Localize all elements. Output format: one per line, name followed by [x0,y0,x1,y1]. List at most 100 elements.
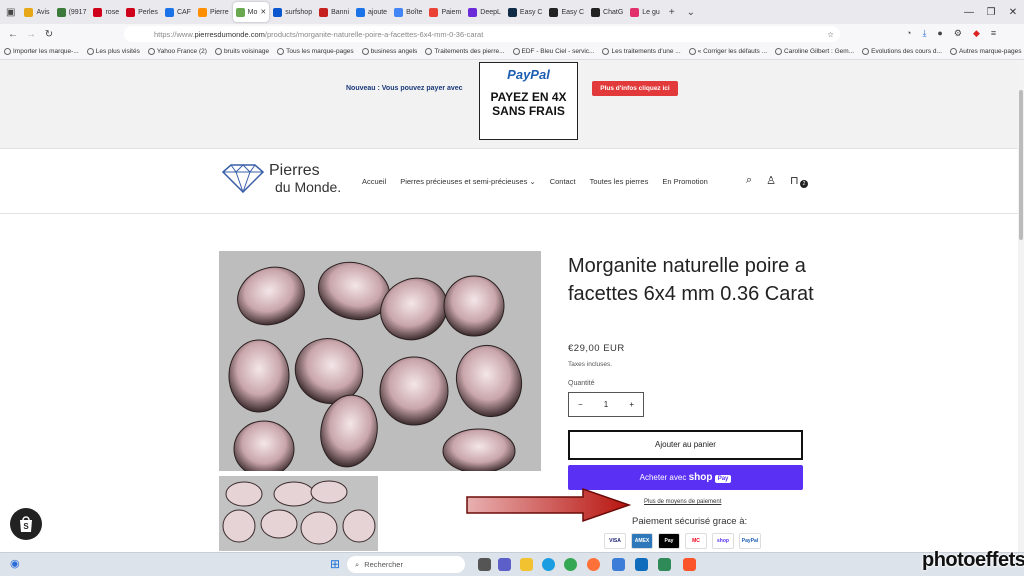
menu-item[interactable]: Accueil [362,177,386,186]
browser-tab[interactable]: Easy C [546,2,587,22]
browser-tab[interactable]: CAF [162,2,194,22]
page-scrollbar[interactable] [1018,60,1024,552]
taskview-icon[interactable] [478,558,491,571]
account-icon[interactable]: ● [937,28,942,39]
menu-item[interactable]: Contact [550,177,576,186]
bookmark-label: Evolutions des cours d... [871,48,942,55]
firefox-icon[interactable] [587,558,600,571]
account-icon[interactable]: ♙ [766,174,776,187]
bookmark-item[interactable]: « Corriger les défauts ... [685,48,771,55]
menu-item[interactable]: En Promotion [662,177,707,186]
chevron-down-icon[interactable]: ⌄ [681,7,701,18]
browser-tab[interactable]: rose [90,2,122,22]
store-icon[interactable] [612,558,625,571]
bookmark-item[interactable]: Autres marque-pages [946,48,1024,55]
paypal-logo: PayPal [507,67,550,82]
bookmark-item[interactable]: Caroline Gilbert : Gem... [771,48,858,55]
minimize-button[interactable]: — [958,7,980,18]
browser-tab[interactable]: Easy C [505,2,546,22]
url-prefix: https://www. [154,29,195,39]
browser-tab[interactable]: DeepL [465,2,504,22]
teams-icon[interactable] [498,558,511,571]
tab-favicon-icon [429,7,439,17]
start-icon[interactable]: ⊞ [330,557,340,571]
bookmark-label: business angels [370,48,418,55]
shopify-bag-icon[interactable]: S [10,508,42,540]
tab-overview-icon[interactable]: ▣ [0,7,21,18]
taskbar-search[interactable]: ⌕ Rechercher [347,556,465,573]
search-icon[interactable]: ⌕ [746,174,752,187]
bookmark-label: Caroline Gilbert : Gem... [784,48,855,55]
bookmark-item[interactable]: Les plus visités [83,48,144,55]
address-bar[interactable]: https://www. pierresdumonde.com/products/… [124,26,840,42]
cart-icon[interactable]: ⊓ [790,174,799,187]
download-icon[interactable]: ⤓ [922,28,926,39]
globe-icon [602,48,610,55]
plus-icon[interactable]: + [629,400,634,409]
tab-label: Le gu [642,8,660,16]
bookmark-item[interactable]: Yahoo France (2) [144,48,211,55]
menu-item[interactable]: Toutes les pierres [590,177,649,186]
scrollbar-thumb[interactable] [1019,90,1023,240]
browser-tab[interactable]: Paiem [426,2,464,22]
globe-icon [775,48,783,55]
bookmark-item[interactable]: Tous les marque-pages [273,48,358,55]
shield-icon[interactable]: ◆ [973,28,980,39]
browser-tab[interactable]: Banni [316,2,352,22]
browser-tab[interactable]: (9917 [54,2,90,22]
tab-favicon-icon [507,7,517,17]
banner-message: Nouveau : Vous pouvez payer avec [346,85,463,92]
browser-tab[interactable]: ajoute [353,2,390,22]
tab-favicon-icon [468,7,478,17]
extensions-icon[interactable]: ⚙ [954,28,962,39]
menu-item-label: Accueil [362,177,387,186]
bookmark-label: EDF - Bleu Ciel - servic... [521,48,595,55]
payment-method-icon: VISA [604,533,626,549]
browser-tab[interactable]: Perles [123,2,161,22]
quantity-value[interactable]: 1 [604,400,608,409]
bookmark-item[interactable]: business angels [358,48,422,55]
product-thumbnail[interactable] [219,476,378,551]
new-tab-button[interactable]: + [663,7,681,18]
more-payment-options-link[interactable]: Plus de moyens de paiement [644,499,721,505]
outlook-icon[interactable] [635,558,648,571]
browser-tab[interactable]: surfshop [270,2,315,22]
back-icon[interactable]: ← [4,29,22,40]
bookmark-item[interactable]: Les traitements d'une ... [598,48,684,55]
paypal-promo[interactable]: PayPal PAYEZ EN 4X SANS FRAIS [479,62,578,140]
product-main-image[interactable] [219,251,541,471]
restore-button[interactable]: ❐ [980,7,1002,18]
bookmark-item[interactable]: Traitements des pierre... [421,48,508,55]
shoppay-pay: Pay [714,475,732,483]
minus-icon[interactable]: − [578,400,583,409]
menu-icon[interactable]: ≡ [991,28,996,39]
pocket-icon[interactable]: ◔ [906,28,911,39]
menu-item[interactable]: Pierres précieuses et semi-précieuses ⌄ [400,177,536,186]
tab-label: CAF [176,8,191,16]
menu-item-label: Toutes les pierres [589,177,649,186]
bookmark-item[interactable]: EDF - Bleu Ciel - servic... [509,48,599,55]
bookmark-item[interactable]: Evolutions des cours d... [858,48,946,55]
browser-tab[interactable]: ChatG [588,2,626,22]
maps-icon[interactable] [658,558,671,571]
browser-tab[interactable]: Pierre [195,2,232,22]
bookmark-item[interactable]: bruits voisinage [211,48,273,55]
explorer-icon[interactable] [520,558,533,571]
reload-icon[interactable]: ↻ [40,29,58,40]
bookmark-star-icon[interactable]: ☆ [827,30,834,39]
browser-tab[interactable]: Boîte [391,2,425,22]
add-to-cart-button[interactable]: Ajouter au panier [568,430,803,460]
brave-icon[interactable] [683,558,696,571]
browser-tab[interactable]: Avis [21,2,52,22]
info-button[interactable]: Plus d'infos cliquez ici [592,81,678,96]
site-logo[interactable]: Pierres du Monde. [221,163,341,195]
close-window-button[interactable]: ✕ [1002,7,1024,18]
bookmark-item[interactable]: Importer les marque-... [0,48,83,55]
close-tab-icon[interactable]: ✕ [260,8,266,16]
browser-tab[interactable]: Le gu [627,2,663,22]
edge-icon[interactable] [542,558,555,571]
weather-icon[interactable]: ◉ [10,557,20,570]
browser-tab[interactable]: Mo ✕ [232,2,270,22]
chrome-icon[interactable] [564,558,577,571]
forward-icon[interactable]: → [22,29,40,40]
